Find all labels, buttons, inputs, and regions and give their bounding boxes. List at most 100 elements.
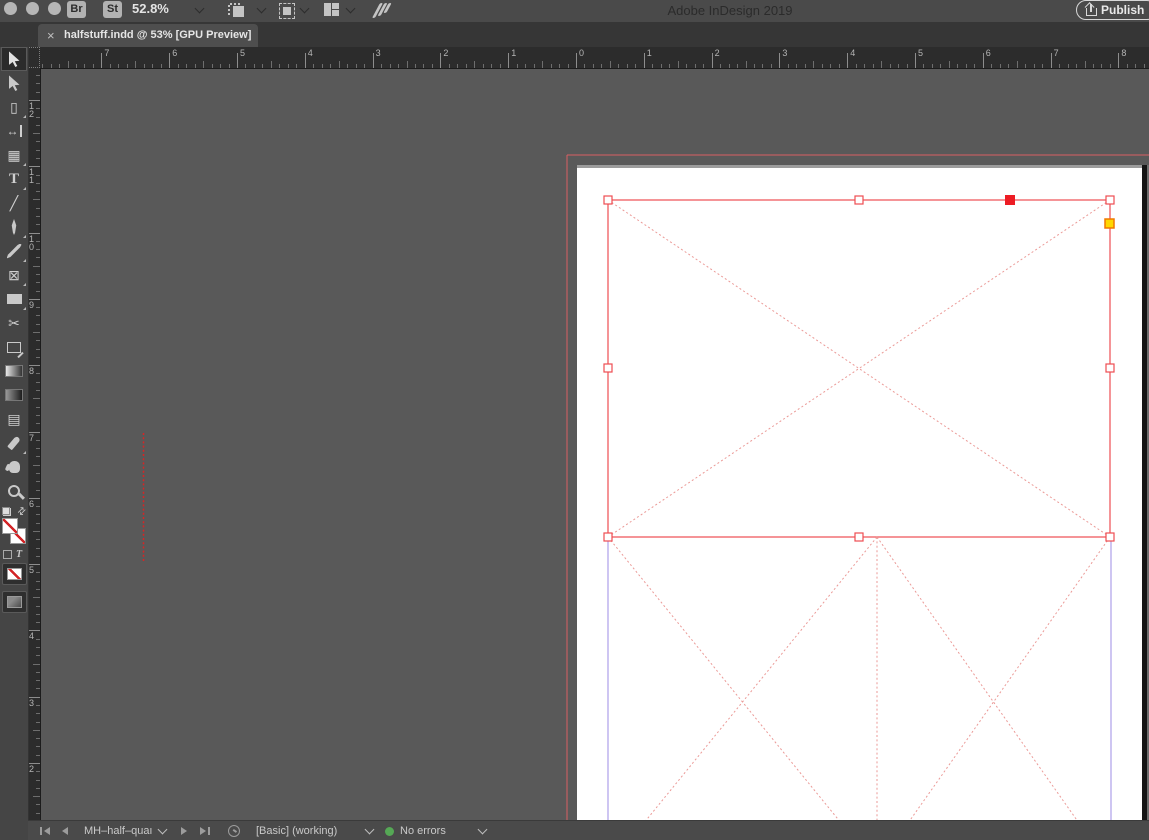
horizontal-ruler[interactable]: 7654321012345678 <box>40 47 1149 69</box>
ruler-origin-corner[interactable] <box>28 47 40 68</box>
selection-handles[interactable] <box>604 195 1114 541</box>
tool-list: ▯ ↔ ▦ T ╱ ⊠ ✂ ▤ <box>0 47 28 503</box>
window-minimize-button[interactable] <box>26 2 39 15</box>
preflight-profile-chevron-icon[interactable] <box>362 821 373 840</box>
formatting-affects-container-icon[interactable] <box>3 550 12 559</box>
tab-close-icon[interactable]: × <box>47 24 55 47</box>
zoom-tool[interactable] <box>1 479 27 503</box>
frame-diagonal <box>608 537 877 820</box>
previous-page-button[interactable] <box>62 821 68 840</box>
h-ruler-number: 8 <box>1121 48 1126 58</box>
view-options-icon[interactable] <box>228 3 244 17</box>
window-close-button[interactable] <box>4 2 17 15</box>
preflight-profile[interactable]: [Basic] (working) <box>256 821 337 840</box>
page-tool[interactable]: ▯ <box>1 95 27 119</box>
error-status[interactable]: No errors <box>400 821 446 840</box>
h-ruler-number: 3 <box>782 48 787 58</box>
gradient-feather-tool-icon <box>5 389 23 401</box>
lower-right-frame[interactable] <box>877 537 1110 820</box>
h-ruler-number: 4 <box>308 48 313 58</box>
publish-button[interactable]: Publish <box>1076 0 1149 20</box>
direct-selection-tool[interactable] <box>1 71 27 95</box>
pencil-tool[interactable] <box>1 239 27 263</box>
selected-image-frame[interactable] <box>608 200 1110 537</box>
window-zoom-button[interactable] <box>48 2 61 15</box>
color-controls: ⇄ T <box>0 507 28 667</box>
preflight-icon[interactable] <box>228 821 240 840</box>
page-select-dropdown[interactable]: MH–half–quaı <box>84 821 166 840</box>
h-ruler-number: 3 <box>376 48 381 58</box>
selection-tool[interactable] <box>1 47 27 71</box>
hand-tool-icon <box>9 461 20 473</box>
free-transform-tool[interactable] <box>1 335 27 359</box>
rectangle-tool[interactable] <box>1 287 27 311</box>
rectangle-frame-tool[interactable]: ⊠ <box>1 263 27 287</box>
v-ruler-number: 4 <box>29 632 34 640</box>
handle-bottom-left[interactable] <box>604 533 612 541</box>
handle-top-mid[interactable] <box>855 196 863 204</box>
handle-top-right[interactable] <box>1106 196 1114 204</box>
corner-edit-yellow-handle[interactable] <box>1105 219 1114 228</box>
hand-tool[interactable] <box>1 455 27 479</box>
note-tool[interactable]: ▤ <box>1 407 27 431</box>
default-fill-stroke-icon[interactable] <box>2 507 11 516</box>
gap-tool[interactable]: ↔ <box>1 119 27 143</box>
status-bar: MH–half–quaı [Basic] (working) No errors <box>28 820 1149 840</box>
note-tool-icon: ▤ <box>7 412 20 426</box>
free-transform-tool-icon <box>7 342 21 353</box>
document-canvas[interactable] <box>40 68 1149 820</box>
vertical-ruler[interactable]: 12111098765432 <box>28 68 41 820</box>
gpu-performance-icon[interactable] <box>374 3 390 19</box>
gradient-swatch-tool[interactable] <box>1 359 27 383</box>
error-status-chevron-icon[interactable] <box>475 821 486 840</box>
v-ruler-number: 5 <box>29 566 34 574</box>
stock-button[interactable]: St <box>103 1 122 18</box>
lower-left-frame[interactable] <box>608 537 877 820</box>
fill-stroke-proxy[interactable] <box>2 518 26 544</box>
indesign-window: Br St 52.8% Adobe InDesign 2019 Publish … <box>0 0 1149 840</box>
first-page-button[interactable] <box>40 821 50 840</box>
handle-top-left[interactable] <box>604 196 612 204</box>
h-ruler-number: 7 <box>104 48 109 58</box>
screen-mode-button[interactable] <box>2 591 27 613</box>
type-tool[interactable]: T <box>1 167 27 191</box>
zoom-level-chevron-icon[interactable] <box>195 4 205 14</box>
h-ruler-number: 1 <box>511 48 516 58</box>
formatting-affects-text-icon[interactable]: T <box>16 549 22 560</box>
last-page-button[interactable] <box>200 821 210 840</box>
line-tool[interactable]: ╱ <box>1 191 27 215</box>
frame-diagonal <box>608 200 1110 537</box>
handle-mid-left[interactable] <box>604 364 612 372</box>
swap-fill-stroke-icon[interactable]: ⇄ <box>15 505 29 519</box>
arrange-documents-chevron-icon[interactable] <box>346 4 356 14</box>
next-page-button[interactable] <box>181 821 187 840</box>
bridge-button[interactable]: Br <box>67 1 86 18</box>
direct-selection-tool-icon <box>9 75 20 91</box>
handle-bottom-right[interactable] <box>1106 533 1114 541</box>
gap-tool-icon: ↔ <box>7 125 22 137</box>
screen-mode-chevron-icon[interactable] <box>300 4 310 14</box>
zoom-level-field[interactable]: 52.8% <box>132 1 169 16</box>
pen-tool[interactable] <box>1 215 27 239</box>
frame-edge[interactable] <box>608 200 1110 537</box>
view-options-chevron-icon[interactable] <box>257 4 267 14</box>
h-ruler-number: 2 <box>443 48 448 58</box>
tools-panel: ▯ ↔ ▦ T ╱ ⊠ ✂ ▤ ⇄ T <box>0 47 29 840</box>
screen-mode-icon[interactable] <box>279 3 295 19</box>
apply-none-button[interactable] <box>2 563 27 585</box>
h-ruler-number: 2 <box>715 48 720 58</box>
handle-filled-red[interactable] <box>1005 195 1015 205</box>
handle-mid-right[interactable] <box>1106 364 1114 372</box>
eyedropper-tool[interactable] <box>1 431 27 455</box>
arrange-documents-icon[interactable] <box>324 3 340 16</box>
fill-swatch-none[interactable] <box>2 518 18 534</box>
gradient-feather-tool[interactable] <box>1 383 27 407</box>
v-ruler-number: 10 <box>29 235 34 251</box>
scissors-tool[interactable]: ✂ <box>1 311 27 335</box>
tab-title: halfstuff.indd @ 53% [GPU Preview] <box>64 24 251 47</box>
type-tool-icon: T <box>9 172 19 187</box>
document-tab[interactable]: × halfstuff.indd @ 53% [GPU Preview] <box>38 24 258 47</box>
handle-bottom-mid[interactable] <box>855 533 863 541</box>
content-collector-tool[interactable]: ▦ <box>1 143 27 167</box>
app-bar: Br St 52.8% Adobe InDesign 2019 Publish <box>0 0 1149 22</box>
